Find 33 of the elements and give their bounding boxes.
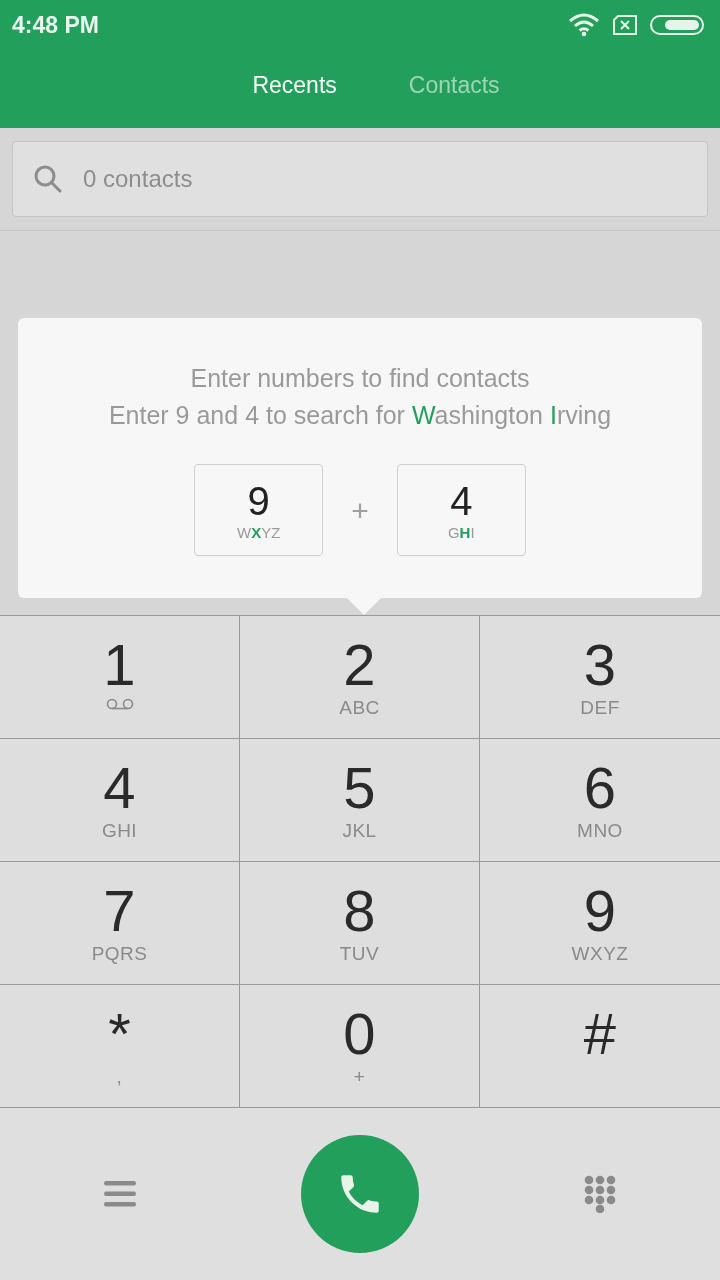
voicemail-icon <box>105 698 134 710</box>
plus-sign: + <box>350 492 370 529</box>
dial-key[interactable]: 5 JKL <box>240 739 480 862</box>
menu-icon <box>104 1181 136 1207</box>
example-key: 9 WXYZ <box>194 464 324 556</box>
no-sim-icon <box>612 15 638 35</box>
hint-text: Enter numbers to find contacts Enter 9 and 4 to search for Washington Irving <box>108 363 612 431</box>
example-key: 4 GHI <box>396 464 526 556</box>
dial-key[interactable]: 1 <box>0 616 240 739</box>
dial-key[interactable]: 3 DEF <box>480 616 720 739</box>
battery-icon <box>650 15 704 35</box>
dial-key[interactable]: 4 GHI <box>0 739 240 862</box>
search-icon <box>33 164 63 194</box>
dial-key[interactable]: 2 ABC <box>240 616 480 739</box>
search-input[interactable]: 0 contacts <box>83 161 687 197</box>
status-time: 4:48 PM <box>12 10 99 40</box>
key-letters: PQRS <box>91 944 148 963</box>
key-letters: GHI <box>101 821 138 840</box>
key-letters: DEF <box>580 698 620 717</box>
key-letters: MNO <box>577 821 623 840</box>
key-letters: TUV <box>339 944 380 963</box>
dial-key[interactable]: 9 WXYZ <box>480 862 720 985</box>
key-letters: JKL <box>342 821 377 840</box>
key-letters: , <box>116 1067 123 1086</box>
dialpad-icon <box>584 1175 616 1213</box>
dial-key[interactable]: 6 MNO <box>480 739 720 862</box>
key-letters: WXYZ <box>571 944 629 963</box>
dial-key[interactable]: 8 TUV <box>240 862 480 985</box>
wifi-icon <box>568 13 600 37</box>
search-field[interactable]: 0 contacts <box>12 141 708 217</box>
dial-key[interactable]: 7 PQRS <box>0 862 240 985</box>
key-letters: ABC <box>339 698 380 717</box>
key-letters: + <box>353 1067 366 1086</box>
